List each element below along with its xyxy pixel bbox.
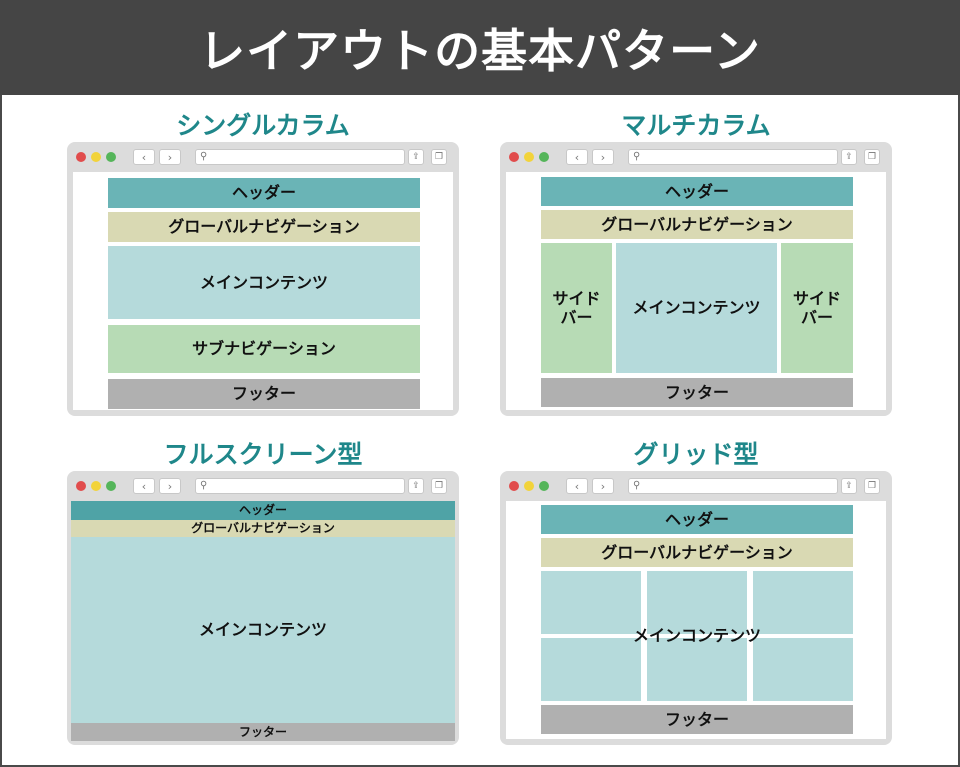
pattern-title-fullscreen: フルスクリーン型 [163,440,363,469]
minimize-dot-icon[interactable] [91,481,101,491]
global-nav-block: グローバルナビゲーション [541,538,853,567]
main-content-block: メインコンテンツ [108,246,420,319]
browser-viewport: ヘッダー グローバルナビゲーション サイド バー メインコンテンツ サイド バー… [506,172,886,410]
page-title: レイアウトの基本パターン [0,0,960,95]
magnifier-icon: ⚲ [633,151,641,162]
maximize-dot-icon[interactable] [106,481,116,491]
magnifier-icon: ⚲ [633,480,641,491]
chevron-left-icon[interactable]: ‹ [133,149,155,165]
browser-window-grid: ‹ › ⚲ ⇪ ❐ ヘッダー グローバルナビゲーション メインコンテンツ フッタ… [500,471,892,745]
browser-viewport: ヘッダー グローバルナビゲーション メインコンテンツ フッター [506,501,886,739]
global-nav-block: グローバルナビゲーション [108,212,420,242]
sub-nav-block: サブナビゲーション [108,325,420,373]
share-icon[interactable]: ⇪ [841,149,857,165]
minimize-dot-icon[interactable] [91,152,101,162]
minimize-dot-icon[interactable] [524,152,534,162]
header-block: ヘッダー [541,177,853,206]
chevron-right-icon[interactable]: › [592,478,614,494]
footer-block: フッター [541,705,853,734]
chevron-left-icon[interactable]: ‹ [566,478,588,494]
magnifier-icon: ⚲ [200,151,208,162]
chevron-left-icon[interactable]: ‹ [566,149,588,165]
magnifier-icon: ⚲ [200,480,208,491]
browser-window-fullscreen: ‹ › ⚲ ⇪ ❐ ヘッダー グローバルナビゲーション メインコンテンツ フッタ… [67,471,459,745]
close-dot-icon[interactable] [509,152,519,162]
header-block: ヘッダー [71,501,455,520]
address-bar[interactable]: ⚲ [628,478,838,494]
header-block: ヘッダー [108,178,420,208]
browser-toolbar: ‹ › ⚲ ⇪ ❐ [67,471,459,501]
tabs-icon[interactable]: ❐ [431,478,447,494]
chevron-left-icon[interactable]: ‹ [133,478,155,494]
main-content-label: メインコンテンツ [632,626,761,646]
tabs-icon[interactable]: ❐ [864,478,880,494]
main-content-block: メインコンテンツ [71,537,455,723]
chevron-right-icon[interactable]: › [159,478,181,494]
chevron-right-icon[interactable]: › [592,149,614,165]
browser-viewport: ヘッダー グローバルナビゲーション メインコンテンツ フッター [71,501,455,741]
address-bar[interactable]: ⚲ [195,478,405,494]
browser-window-multi: ‹ › ⚲ ⇪ ❐ ヘッダー グローバルナビゲーション サイド バー メインコン… [500,142,892,416]
sidebar-left-block: サイド バー [541,243,612,373]
sidebar-right-block: サイド バー [781,243,853,373]
browser-toolbar: ‹ › ⚲ ⇪ ❐ [500,471,892,501]
pattern-title-multi: マルチカラム [621,111,771,140]
global-nav-block: グローバルナビゲーション [71,520,455,537]
footer-block: フッター [108,379,420,409]
address-bar[interactable]: ⚲ [195,149,405,165]
tabs-icon[interactable]: ❐ [431,149,447,165]
global-nav-block: グローバルナビゲーション [541,210,853,239]
browser-toolbar: ‹ › ⚲ ⇪ ❐ [67,142,459,172]
address-bar[interactable]: ⚲ [628,149,838,165]
share-icon[interactable]: ⇪ [841,478,857,494]
header-block: ヘッダー [541,505,853,534]
browser-viewport: ヘッダー グローバルナビゲーション メインコンテンツ サブナビゲーション フッタ… [73,172,453,410]
close-dot-icon[interactable] [76,481,86,491]
maximize-dot-icon[interactable] [539,152,549,162]
minimize-dot-icon[interactable] [524,481,534,491]
browser-toolbar: ‹ › ⚲ ⇪ ❐ [500,142,892,172]
footer-block: フッター [541,378,853,407]
footer-block: フッター [71,723,455,741]
chevron-right-icon[interactable]: › [159,149,181,165]
main-content-block: メインコンテンツ [616,243,777,373]
browser-window-single: ‹ › ⚲ ⇪ ❐ ヘッダー グローバルナビゲーション メインコンテンツ サブナ… [67,142,459,416]
close-dot-icon[interactable] [76,152,86,162]
tabs-icon[interactable]: ❐ [864,149,880,165]
pattern-title-grid: グリッド型 [633,440,759,469]
maximize-dot-icon[interactable] [539,481,549,491]
maximize-dot-icon[interactable] [106,152,116,162]
close-dot-icon[interactable] [509,481,519,491]
pattern-title-single: シングルカラム [176,111,350,140]
share-icon[interactable]: ⇪ [408,478,424,494]
share-icon[interactable]: ⇪ [408,149,424,165]
